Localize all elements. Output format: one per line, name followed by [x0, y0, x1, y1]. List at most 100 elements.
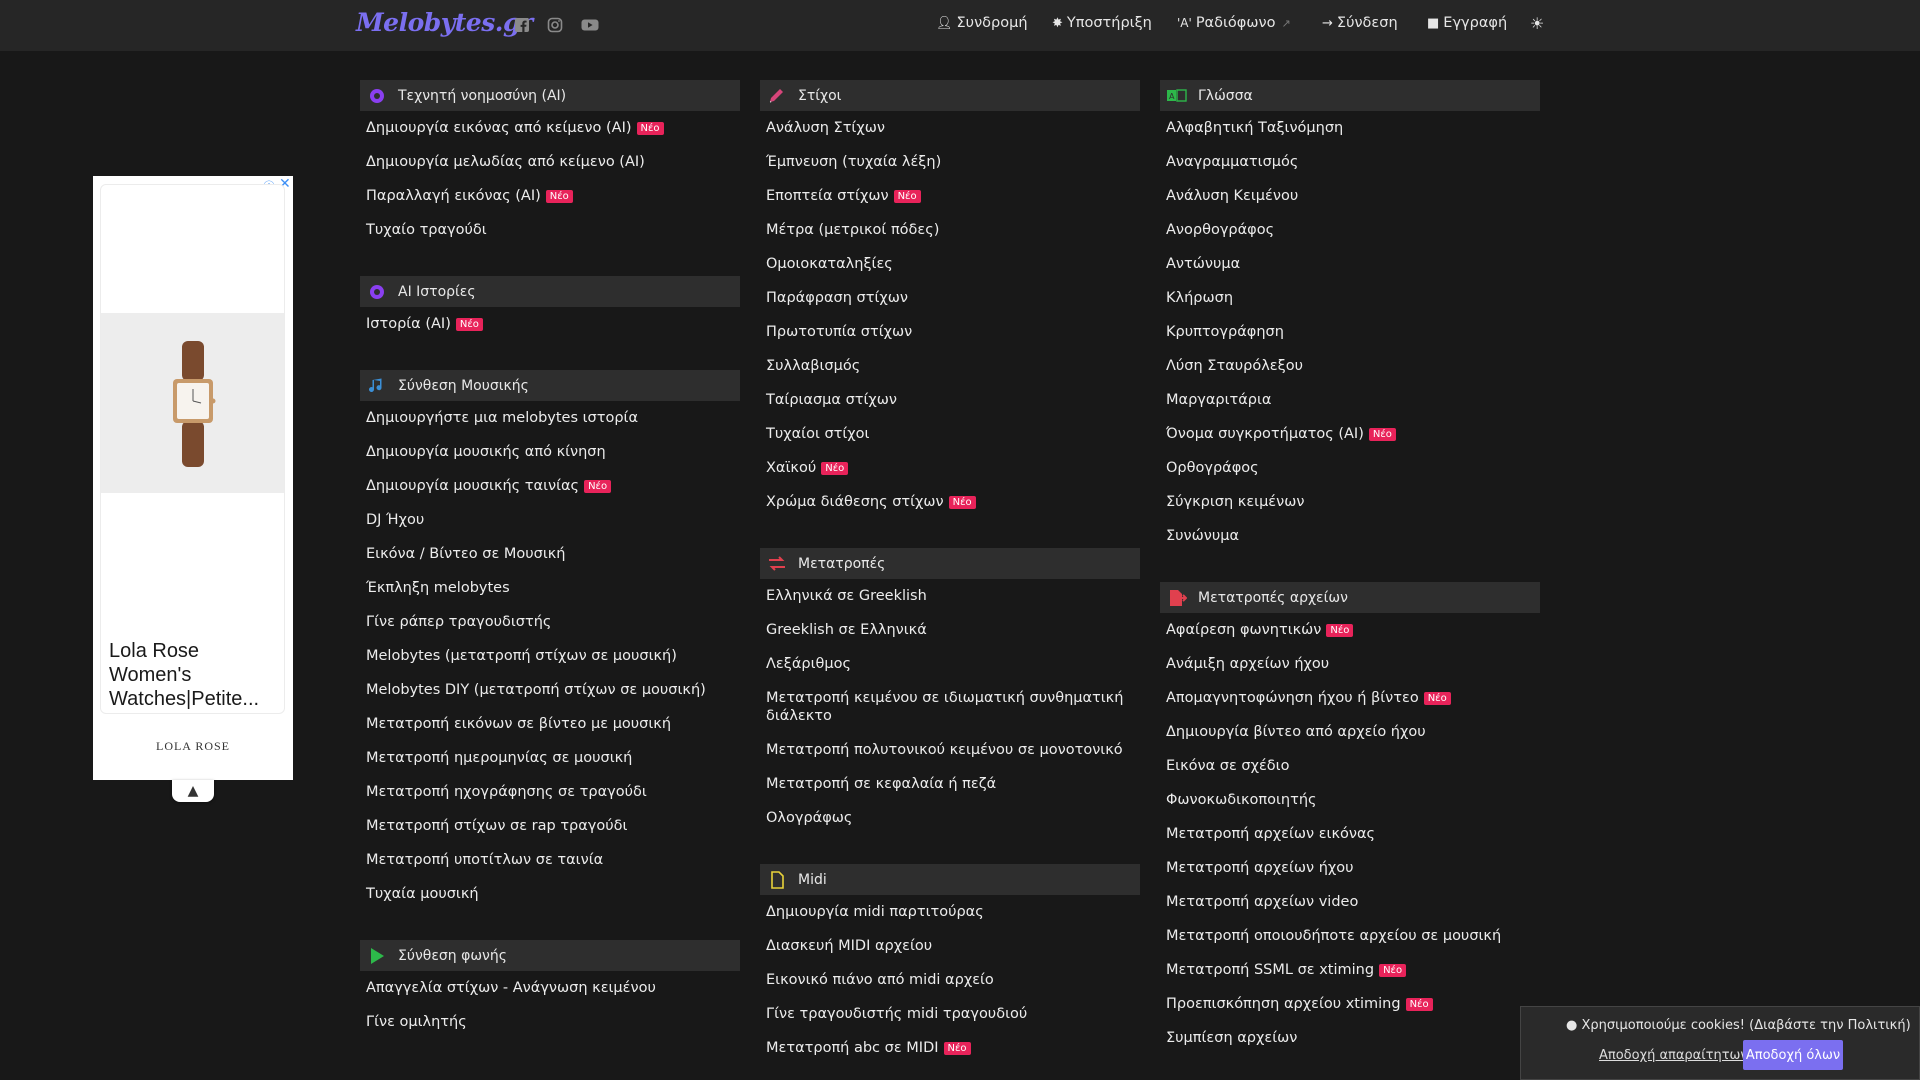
menu-link[interactable]: Απαγγελία στίχων - Ανάγνωση κειμένου — [366, 974, 740, 1008]
menu-link[interactable]: Εικονικό πιάνο από midi αρχείο — [766, 966, 1140, 1000]
menu-link[interactable]: Μετατροπή αρχείων ήχου — [1166, 854, 1540, 888]
menu-link[interactable]: Δημιουργία midi παρτιτούρας — [766, 898, 1140, 932]
menu-link-label[interactable]: Παράφραση στίχων — [766, 290, 908, 306]
menu-link-label[interactable]: Γίνε ράπερ τραγουδιστής — [366, 614, 551, 630]
menu-link[interactable]: Αλφαβητική Ταξινόμηση — [1166, 114, 1540, 148]
nav-login[interactable]: → Σύνδεση — [1322, 15, 1398, 31]
menu-link-label[interactable]: Τυχαία μουσική — [366, 886, 479, 902]
menu-link-label[interactable]: Ταίριασμα στίχων — [766, 392, 897, 408]
menu-link[interactable]: Εικόνα σε σχέδιο — [1166, 752, 1540, 786]
menu-link-label[interactable]: Εικονικό πιάνο από midi αρχείο — [766, 972, 994, 988]
menu-link-label[interactable]: Έκπληξη melobytes — [366, 580, 510, 596]
menu-link-label[interactable]: Τυχαίοι στίχοι — [766, 426, 869, 442]
menu-link-label[interactable]: Χαϊκού — [766, 460, 816, 476]
menu-link[interactable]: Πρωτοτυπία στίχων — [766, 318, 1140, 352]
menu-link[interactable]: Παραλλαγή εικόνας (AI) Νέο — [366, 182, 740, 216]
menu-link-label[interactable]: Προεπισκόπηση αρχείου xtiming — [1166, 996, 1401, 1012]
accept-all-cookies-button[interactable]: Αποδοχή όλων — [1743, 1040, 1843, 1070]
menu-link-label[interactable]: Φωνοκωδικοποιητής — [1166, 792, 1317, 808]
menu-link[interactable]: Γίνε ράπερ τραγουδιστής — [366, 608, 740, 642]
youtube-icon[interactable] — [581, 17, 599, 33]
menu-link[interactable]: Δημιουργία μουσικής ταινίας Νέο — [366, 472, 740, 506]
menu-link[interactable]: Μαργαριτάρια — [1166, 386, 1540, 420]
menu-link-label[interactable]: Λεξάριθμος — [766, 656, 851, 672]
menu-link-label[interactable]: Μετατροπή ημερομηνίας σε μουσική — [366, 750, 632, 766]
menu-link[interactable]: Greeklish σε Ελληνικά — [766, 616, 1140, 650]
menu-link-label[interactable]: Αλφαβητική Ταξινόμηση — [1166, 120, 1343, 136]
ad-collapse-chevron-up-icon[interactable]: ▲ — [172, 780, 214, 802]
menu-link[interactable]: Μετατροπή κειμένου σε ιδιωματική συνθημα… — [766, 684, 1140, 736]
menu-link-label[interactable]: Μετατροπή abc σε MIDI — [766, 1040, 939, 1056]
menu-link[interactable]: Έμπνευση (τυχαία λέξη) — [766, 148, 1140, 182]
menu-link[interactable]: Melobytes (μετατροπή στίχων σε μουσική) — [366, 642, 740, 676]
ad-brand[interactable]: LOLA ROSE — [93, 739, 293, 754]
menu-link-label[interactable]: Μετατροπή στίχων σε rap τραγούδι — [366, 818, 627, 834]
nav-support[interactable]: ✸ Υποστήριξη — [1052, 15, 1152, 31]
menu-link[interactable]: Μετατροπή abc σε MIDI Νέο — [766, 1034, 1140, 1068]
menu-link-label[interactable]: Ανάμιξη αρχείων ήχου — [1166, 656, 1329, 672]
menu-link[interactable]: Όνομα συγκροτήματος (AI) Νέο — [1166, 420, 1540, 454]
menu-link-label[interactable]: Melobytes DIY (μετατροπή στίχων σε μουσι… — [366, 682, 706, 698]
menu-link[interactable]: Συλλαβισμός — [766, 352, 1140, 386]
menu-link-label[interactable]: Μετατροπή κειμένου σε ιδιωματική συνθημα… — [766, 690, 1123, 724]
menu-link[interactable]: Συμπίεση αρχείων — [1166, 1024, 1540, 1058]
menu-link[interactable]: Φωνοκωδικοποιητής — [1166, 786, 1540, 820]
menu-link-label[interactable]: Μετατροπή οποιουδήποτε αρχείου σε μουσικ… — [1166, 928, 1501, 944]
menu-link[interactable]: Κλήρωση — [1166, 284, 1540, 318]
menu-link[interactable]: Ανάμιξη αρχείων ήχου — [1166, 650, 1540, 684]
menu-link[interactable]: Χρώμα διάθεσης στίχων Νέο — [766, 488, 1140, 522]
menu-link-label[interactable]: Μαργαριτάρια — [1166, 392, 1271, 408]
menu-link[interactable]: Ομοιοκαταληξίες — [766, 250, 1140, 284]
nav-radio[interactable]: 'A' Ραδιόφωνο ↗ — [1177, 15, 1291, 31]
menu-link-label[interactable]: Χρώμα διάθεσης στίχων — [766, 494, 944, 510]
menu-link-label[interactable]: Εικόνα σε σχέδιο — [1166, 758, 1289, 774]
menu-link[interactable]: Τυχαία μουσική — [366, 880, 740, 914]
menu-link-label[interactable]: Παραλλαγή εικόνας (AI) — [366, 188, 541, 204]
menu-link-label[interactable]: Όνομα συγκροτήματος (AI) — [1166, 426, 1364, 442]
menu-link[interactable]: Γίνε τραγουδιστής midi τραγουδιού — [766, 1000, 1140, 1034]
menu-link[interactable]: Γίνε ομιλητής — [366, 1008, 740, 1042]
menu-link[interactable]: Αφαίρεση φωνητικών Νέο — [1166, 616, 1540, 650]
menu-link[interactable]: Ανάλυση Στίχων — [766, 114, 1140, 148]
menu-link-label[interactable]: Τυχαίο τραγούδι — [366, 222, 487, 238]
menu-link[interactable]: Μετατροπή οποιουδήποτε αρχείου σε μουσικ… — [1166, 922, 1540, 956]
menu-link[interactable]: Αντώνυμα — [1166, 250, 1540, 284]
menu-link-label[interactable]: Διασκευή MIDI αρχείου — [766, 938, 932, 954]
ad-product-image[interactable] — [101, 313, 284, 493]
menu-link[interactable]: Μετατροπή σε κεφαλαία ή πεζά — [766, 770, 1140, 804]
menu-link-label[interactable]: Δημιουργία εικόνας από κείμενο (AI) — [366, 120, 632, 136]
menu-link-label[interactable]: Σύγκριση κειμένων — [1166, 494, 1304, 510]
menu-link-label[interactable]: Ανορθογράφος — [1166, 222, 1274, 238]
menu-link[interactable]: Ορθογράφος — [1166, 454, 1540, 488]
menu-link-label[interactable]: Απομαγνητοφώνηση ήχου ή βίντεο — [1166, 690, 1419, 706]
facebook-icon[interactable] — [514, 17, 530, 33]
menu-link-label[interactable]: Λύση Σταυρόλεξου — [1166, 358, 1303, 374]
menu-link-label[interactable]: Συμπίεση αρχείων — [1166, 1030, 1297, 1046]
menu-link-label[interactable]: Μέτρα (μετρικοί πόδες) — [766, 222, 939, 238]
menu-link-label[interactable]: Κρυπτογράφηση — [1166, 324, 1284, 340]
menu-link[interactable]: Προεπισκόπηση αρχείου xtiming Νέο — [1166, 990, 1540, 1024]
menu-link[interactable]: Δημιουργήστε μια melobytes ιστορία — [366, 404, 740, 438]
menu-link-label[interactable]: Μετατροπή αρχείων video — [1166, 894, 1358, 910]
menu-link[interactable]: Διασκευή MIDI αρχείου — [766, 932, 1140, 966]
nav-register[interactable]: ■ Εγγραφή — [1427, 15, 1507, 31]
menu-link-label[interactable]: Μετατροπή αρχείων ήχου — [1166, 860, 1354, 876]
menu-link[interactable]: Ανορθογράφος — [1166, 216, 1540, 250]
menu-link[interactable]: Ανάλυση Κειμένου — [1166, 182, 1540, 216]
instagram-icon[interactable] — [547, 17, 563, 33]
menu-link[interactable]: Δημιουργία μελωδίας από κείμενο (AI) — [366, 148, 740, 182]
menu-link[interactable]: Εποπτεία στίχων Νέο — [766, 182, 1140, 216]
menu-link[interactable]: Χαϊκού Νέο — [766, 454, 1140, 488]
menu-link-label[interactable]: Μετατροπή αρχείων εικόνας — [1166, 826, 1375, 842]
menu-link-label[interactable]: Μετατροπή εικόνων σε βίντεο με μουσική — [366, 716, 671, 732]
menu-link-label[interactable]: Απαγγελία στίχων - Ανάγνωση κειμένου — [366, 980, 656, 996]
menu-link[interactable]: Τυχαίο τραγούδι — [366, 216, 740, 250]
menu-link[interactable]: Σύγκριση κειμένων — [1166, 488, 1540, 522]
menu-link-label[interactable]: Συνώνυμα — [1166, 528, 1239, 544]
menu-link-label[interactable]: Δημιουργία μουσικής από κίνηση — [366, 444, 606, 460]
menu-link[interactable]: Παράφραση στίχων — [766, 284, 1140, 318]
menu-link[interactable]: Ολογράφως — [766, 804, 1140, 838]
menu-link[interactable]: Melobytes DIY (μετατροπή στίχων σε μουσι… — [366, 676, 740, 710]
menu-link[interactable]: Συνώνυμα — [1166, 522, 1540, 556]
menu-link[interactable]: Έκπληξη melobytes — [366, 574, 740, 608]
